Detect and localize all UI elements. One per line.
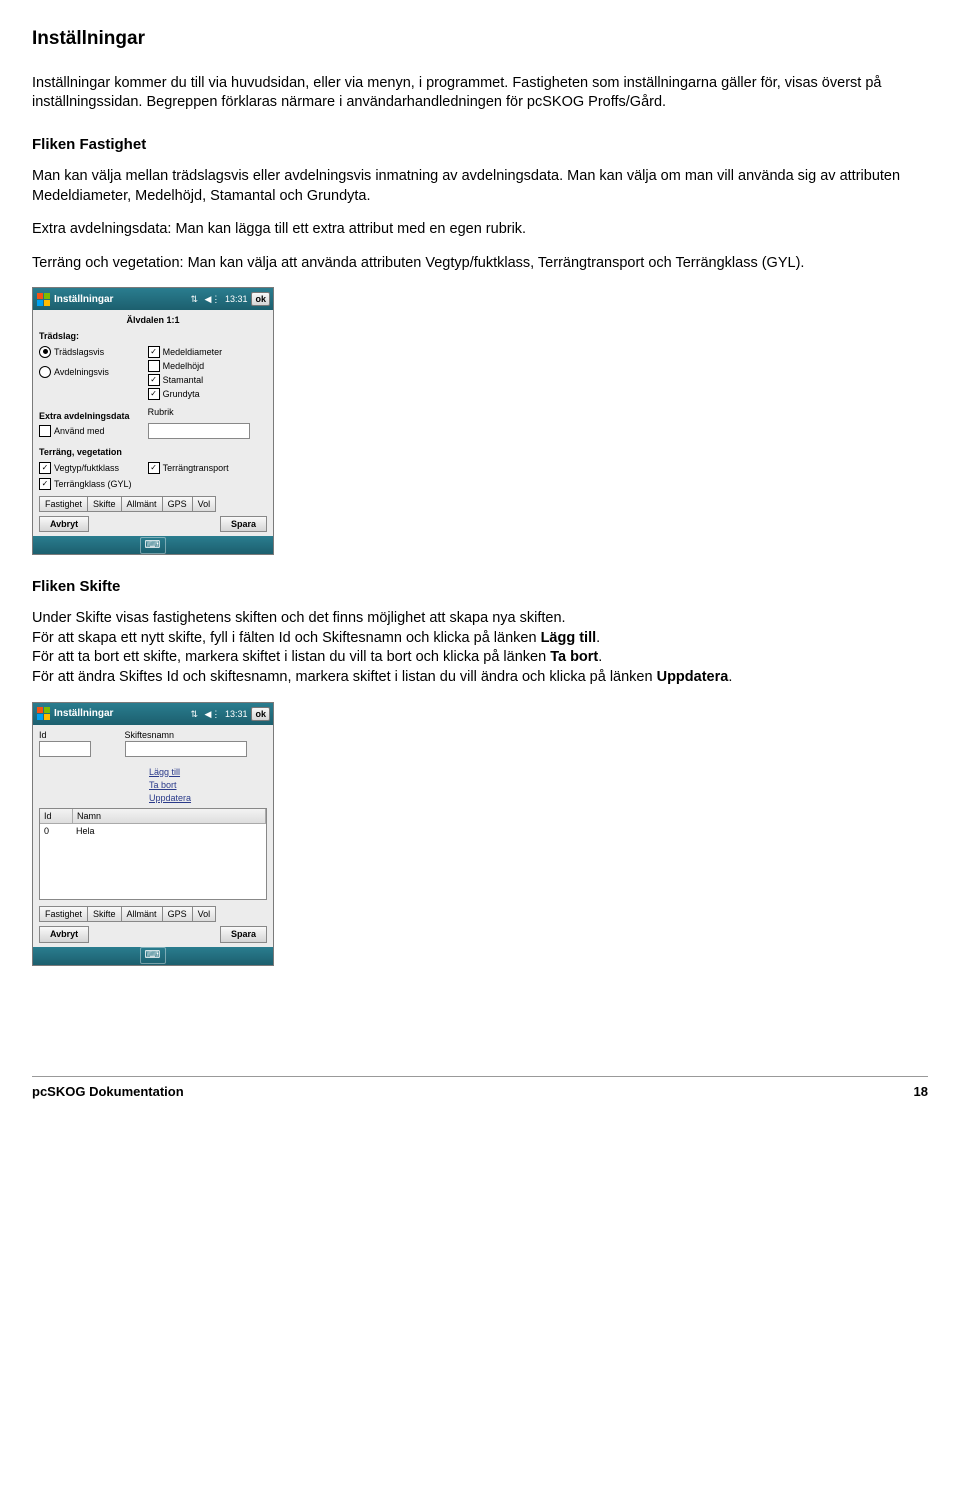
status-bar: ⇅ ◀⋮ 13:31	[188, 293, 247, 305]
grid-col-id: Id	[40, 809, 73, 823]
keyboard-icon[interactable]: ⌨	[140, 537, 167, 554]
footer-left: pcSKOG Dokumentation	[32, 1083, 184, 1101]
chk-medeldiameter[interactable]: ✓	[148, 346, 160, 358]
tab-allmant[interactable]: Allmänt	[121, 496, 163, 512]
ok-button[interactable]: ok	[251, 707, 270, 721]
section2-line3-pre: För att ta bort ett skifte, markera skif…	[32, 649, 550, 665]
section2-paragraph: Under Skifte visas fastighetens skiften …	[32, 609, 928, 687]
footer-page-number: 18	[914, 1083, 928, 1101]
radio-tradslagsvis[interactable]	[39, 346, 51, 358]
section-fastighet-heading: Fliken Fastighet	[32, 135, 928, 155]
bold-ta-bort: Ta bort	[550, 649, 598, 665]
speaker-icon: ◀⋮	[205, 709, 221, 719]
rubrik-input[interactable]	[148, 423, 250, 439]
section2-line1: Under Skifte visas fastighetens skiften …	[32, 610, 566, 626]
id-input[interactable]	[39, 741, 91, 757]
titlebar: Inställningar ⇅ ◀⋮ 13:31 ok	[33, 288, 273, 310]
chk-terrangtransport[interactable]: ✓	[148, 462, 160, 474]
link-lagg-till[interactable]: Lägg till	[149, 766, 267, 778]
section-skifte-heading: Fliken Skifte	[32, 577, 928, 597]
chk-medelhojd[interactable]	[148, 360, 160, 372]
page-footer: pcSKOG Dokumentation 18	[32, 1076, 928, 1101]
chk-stamantal-label: Stamantal	[163, 374, 204, 386]
speaker-icon: ◀⋮	[205, 294, 221, 304]
signal-icon: ⇅	[190, 709, 198, 719]
tab-row: Fastighet Skifte Allmänt GPS Vol	[39, 496, 267, 512]
chk-vegtyp[interactable]: ✓	[39, 462, 51, 474]
grid-cell-name: Hela	[72, 824, 266, 838]
sip-bar: ⌨	[33, 947, 273, 965]
tab-gps[interactable]: GPS	[162, 906, 193, 922]
link-uppdatera[interactable]: Uppdatera	[149, 792, 267, 804]
chk-grundyta-label: Grundyta	[163, 388, 200, 400]
chk-medelhojd-label: Medelhöjd	[163, 360, 205, 372]
tab-fastighet[interactable]: Fastighet	[39, 906, 88, 922]
chk-terrangklass-label: Terrängklass (GYL)	[54, 478, 132, 490]
chk-vegtyp-label: Vegtyp/fuktklass	[54, 462, 119, 474]
tab-skifte[interactable]: Skifte	[87, 496, 122, 512]
terrang-label: Terräng, vegetation	[39, 446, 267, 458]
tab-fastighet[interactable]: Fastighet	[39, 496, 88, 512]
clock: 13:31	[225, 294, 248, 304]
intro-paragraph: Inställningar kommer du till via huvudsi…	[32, 74, 928, 113]
grid-col-name: Namn	[73, 809, 266, 823]
ok-button[interactable]: ok	[251, 292, 270, 306]
avbryt-button[interactable]: Avbryt	[39, 926, 89, 942]
screenshot-skifte: Inställningar ⇅ ◀⋮ 13:31 ok Id Skiftesna…	[32, 702, 274, 966]
tab-gps[interactable]: GPS	[162, 496, 193, 512]
chk-anvand-med-label: Använd med	[54, 425, 105, 437]
spara-button[interactable]: Spara	[220, 516, 267, 532]
chk-stamantal[interactable]: ✓	[148, 374, 160, 386]
tab-row: Fastighet Skifte Allmänt GPS Vol	[39, 906, 267, 922]
section2-line2-pre: För att skapa ett nytt skifte, fyll i fä…	[32, 630, 541, 646]
chk-medeldiameter-label: Medeldiameter	[163, 346, 223, 358]
bold-uppdatera: Uppdatera	[657, 669, 729, 685]
bold-lagg-till: Lägg till	[541, 630, 597, 646]
rubrik-label: Rubrik	[148, 406, 267, 423]
section1-p2: Extra avdelningsdata: Man kan lägga till…	[32, 220, 928, 240]
chk-terrangklass[interactable]: ✓	[39, 478, 51, 490]
grid-cell-id: 0	[40, 824, 72, 838]
clock: 13:31	[225, 709, 248, 719]
titlebar-title: Inställningar	[54, 293, 113, 307]
chk-grundyta[interactable]: ✓	[148, 388, 160, 400]
extra-label: Extra avdelningsdata	[39, 410, 148, 422]
page-title: Inställningar	[32, 26, 928, 52]
tradslag-label: Trädslag:	[39, 330, 267, 342]
skifte-grid[interactable]: Id Namn 0 Hela	[39, 808, 267, 900]
windows-start-icon[interactable]	[36, 707, 50, 721]
status-bar: ⇅ ◀⋮ 13:31	[188, 708, 247, 720]
property-name: Älvdalen 1:1	[39, 314, 267, 326]
tab-skifte[interactable]: Skifte	[87, 906, 122, 922]
grid-row[interactable]: 0 Hela	[40, 824, 266, 838]
chk-anvand-med[interactable]	[39, 425, 51, 437]
chk-terrangtransport-label: Terrängtransport	[163, 462, 229, 474]
radio-tradslagsvis-label: Trädslagsvis	[54, 346, 104, 358]
radio-avdelningsvis[interactable]	[39, 366, 51, 378]
section1-p3: Terräng och vegetation: Man kan välja at…	[32, 254, 928, 274]
signal-icon: ⇅	[190, 294, 198, 304]
avbryt-button[interactable]: Avbryt	[39, 516, 89, 532]
radio-avdelningsvis-label: Avdelningsvis	[54, 366, 109, 378]
id-label: Id	[39, 729, 125, 741]
windows-start-icon[interactable]	[36, 292, 50, 306]
tab-vol[interactable]: Vol	[192, 906, 217, 922]
skiftesnamn-input[interactable]	[125, 741, 247, 757]
sip-bar: ⌨	[33, 536, 273, 554]
spara-button[interactable]: Spara	[220, 926, 267, 942]
screenshot-fastighet: Inställningar ⇅ ◀⋮ 13:31 ok Älvdalen 1:1…	[32, 287, 274, 555]
titlebar-title: Inställningar	[54, 707, 113, 721]
titlebar: Inställningar ⇅ ◀⋮ 13:31 ok	[33, 703, 273, 725]
tab-vol[interactable]: Vol	[192, 496, 217, 512]
section2-line4-pre: För att ändra Skiftes Id och skiftesnamn…	[32, 669, 657, 685]
keyboard-icon[interactable]: ⌨	[140, 947, 167, 964]
section1-p1: Man kan välja mellan trädslagsvis eller …	[32, 167, 928, 206]
tab-allmant[interactable]: Allmänt	[121, 906, 163, 922]
skiftesnamn-label: Skiftesnamn	[125, 729, 268, 741]
link-ta-bort[interactable]: Ta bort	[149, 779, 267, 791]
